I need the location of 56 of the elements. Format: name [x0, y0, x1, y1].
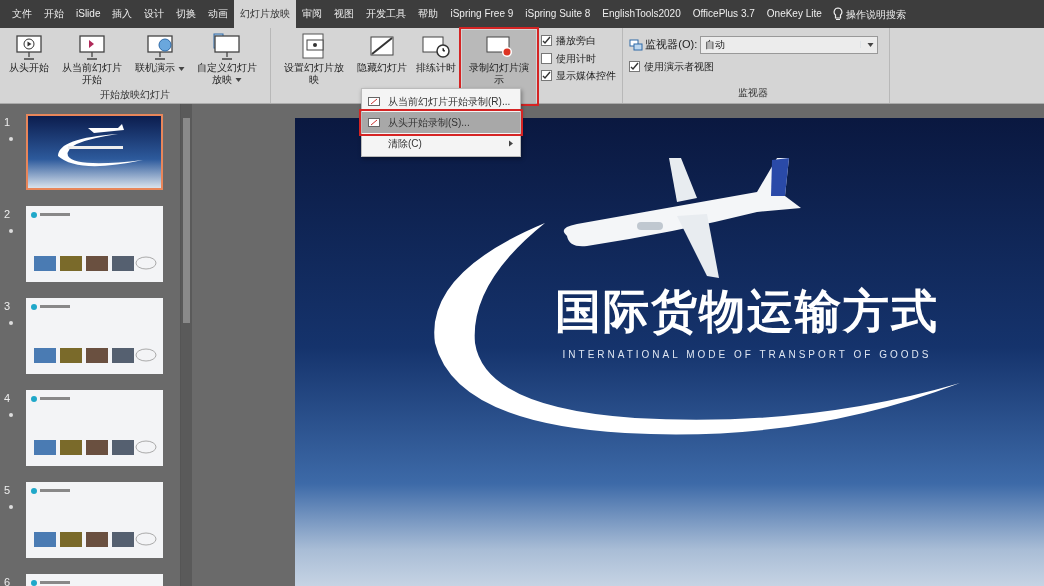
ribbon-button[interactable]: 从当前幻灯片开始 — [54, 30, 129, 87]
slide-subtitle: INTERNATIONAL MODE OF TRANSPORT OF GOODS — [562, 350, 932, 360]
ribbon-tab[interactable]: 文件 — [6, 0, 38, 28]
checkmark-icon — [542, 71, 551, 81]
ribbon-tab[interactable]: iSpring Suite 8 — [519, 0, 597, 28]
caret-icon — [867, 41, 875, 48]
ribbon-tab[interactable]: 审阅 — [296, 0, 329, 28]
ribbon-tab[interactable]: 切换 — [170, 0, 203, 28]
group-label: 开始放映幻灯片 — [99, 88, 172, 102]
ribbon-tab[interactable]: 开发工具 — [360, 0, 413, 28]
menu-item[interactable]: 清除(C) — [362, 133, 520, 154]
ribbon-tab[interactable]: iSpring Free 9 — [444, 0, 520, 28]
checkbox[interactable]: 使用演示者视图 — [628, 59, 878, 74]
checkmark-icon — [542, 35, 551, 45]
ribbon-button[interactable]: 联机演示 — [131, 30, 188, 87]
ribbon-button[interactable]: 自定义幻灯片放映 — [190, 30, 265, 87]
tell-me-search[interactable]: 操作说明搜索 — [846, 6, 907, 22]
slide-thumbnail[interactable] — [26, 298, 163, 374]
slide-number: 6 — [4, 575, 12, 586]
slide-thumbnail[interactable] — [26, 482, 163, 558]
slide-thumbnail[interactable] — [26, 114, 163, 190]
ribbon-tab[interactable]: OneKey Lite — [760, 0, 828, 28]
checkbox[interactable]: 显示媒体控件 — [541, 68, 616, 84]
monitor-icon — [628, 38, 643, 51]
slide-number: 1 — [4, 115, 12, 130]
monitor-select[interactable]: 自动 — [699, 35, 878, 54]
ribbon-tab[interactable]: 开始 — [38, 0, 70, 28]
scrollbar-thumb[interactable] — [183, 118, 190, 323]
ribbon-tab[interactable]: 设计 — [138, 0, 171, 28]
ribbon-tab[interactable]: OfficePlus 3.7 — [686, 0, 761, 28]
slide-number: 5 — [4, 483, 12, 498]
menu-item[interactable]: 从头开始录制(S)... — [362, 112, 520, 133]
ribbon-tab[interactable]: 视图 — [328, 0, 361, 28]
record-icon — [368, 96, 380, 107]
ribbon-tab[interactable]: EnglishTools2020 — [596, 0, 687, 28]
ribbon-button[interactable]: 从头开始 — [6, 30, 52, 87]
group-label: 监视器 — [737, 86, 770, 101]
checkbox[interactable]: 播放旁白 — [541, 32, 616, 48]
ribbon-button[interactable]: 设置幻灯片放映 — [277, 30, 352, 103]
ribbon-tab[interactable]: 幻灯片放映 — [234, 0, 297, 28]
checkmark-icon — [629, 62, 639, 71]
ribbon-tab[interactable]: 动画 — [202, 0, 235, 28]
slide-number: 2 — [4, 207, 12, 222]
ribbon-tab[interactable]: 插入 — [106, 0, 139, 28]
slide-thumbnail[interactable] — [26, 390, 163, 466]
ribbon-tab[interactable]: iSlide — [70, 0, 107, 28]
record-icon — [368, 117, 380, 128]
screen-play-icon — [13, 32, 45, 62]
lightbulb-icon — [833, 7, 844, 21]
slide-thumbnail[interactable] — [26, 206, 163, 282]
slide-number: 4 — [4, 391, 12, 406]
field-label: 监视器(O): — [645, 37, 698, 53]
ribbon-tab[interactable]: 帮助 — [412, 0, 445, 28]
slide-title: 国际货物运输方式 — [555, 288, 939, 334]
slide-number: 3 — [4, 299, 12, 314]
checkbox[interactable]: 使用计时 — [541, 50, 616, 66]
